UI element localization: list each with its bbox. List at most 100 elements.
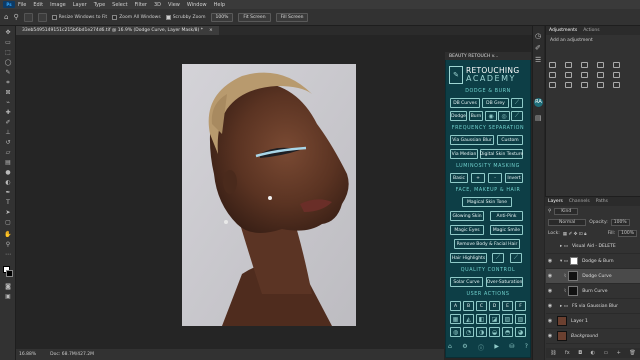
db-curves-button[interactable]: DB Curves — [450, 98, 480, 108]
user-action-e-button[interactable]: E — [502, 301, 513, 311]
home-footer-icon[interactable]: ⌂ — [448, 343, 452, 352]
tab-layers[interactable]: Layers — [548, 199, 563, 204]
tool-icon-11[interactable]: ◓ — [502, 327, 513, 337]
minus-button[interactable]: - — [488, 173, 502, 183]
tool-icon-1[interactable]: ▦ — [450, 314, 461, 324]
menu-image[interactable]: Image — [50, 2, 66, 8]
info-footer-icon[interactable]: ⓘ — [478, 343, 484, 352]
zoom-tool-icon[interactable]: ⚲ — [13, 13, 18, 21]
db-brush-icon[interactable]: ⟋ — [511, 98, 523, 108]
hair-pen-icon[interactable]: ⟋ — [510, 253, 522, 263]
new-layer-icon[interactable]: + — [617, 350, 621, 356]
eye-icon[interactable]: ◉ — [546, 318, 554, 324]
close-tab-icon[interactable]: × — [209, 28, 213, 33]
new-group-icon[interactable]: ▭ — [603, 350, 608, 356]
layer-group-dodge-burn[interactable]: ◉ ▾ ▭ Dodge & Burn — [546, 254, 640, 269]
eye-icon[interactable]: ◉ — [546, 273, 554, 279]
user-action-c-button[interactable]: C — [476, 301, 487, 311]
menu-type[interactable]: Type — [94, 2, 105, 8]
tool-icon-2[interactable]: ◭ — [463, 314, 474, 324]
artboard-tool-icon[interactable]: ▭ — [4, 40, 12, 46]
add-mask-icon[interactable]: ◘ — [578, 350, 582, 356]
brush-tool-icon[interactable]: ✐ — [4, 120, 12, 126]
scrubby-zoom-checkbox[interactable]: Scrubby Zoom — [165, 14, 206, 20]
ra-dock-icon[interactable]: RA — [534, 98, 543, 107]
eye-icon[interactable]: ◉ — [546, 288, 554, 294]
invert-button[interactable]: Invert — [505, 173, 523, 183]
frame-tool-icon[interactable]: ⊠ — [4, 90, 12, 96]
menu-view[interactable]: View — [168, 2, 180, 8]
layer-burn-curve[interactable]: ◉ ⌇ Burn Curve — [546, 284, 640, 299]
burn-button[interactable]: Burn — [469, 111, 483, 121]
invert-adjust-icon[interactable] — [549, 82, 556, 88]
menu-help[interactable]: Help — [214, 2, 225, 8]
tool-icon-10[interactable]: ◒ — [489, 327, 500, 337]
eyedropper-tool-icon[interactable]: ⌁ — [4, 100, 12, 106]
tab-actions[interactable]: Actions — [583, 28, 599, 33]
crop-tool-icon[interactable]: ⌗ — [4, 80, 12, 86]
path-select-tool-icon[interactable]: ➤ — [4, 210, 12, 216]
channel-mixer-adjust-icon[interactable] — [613, 72, 620, 78]
delete-layer-icon[interactable]: 🗑︎ — [629, 350, 635, 356]
tab-paths[interactable]: Paths — [596, 199, 608, 204]
eye-icon[interactable]: ◉ — [546, 303, 554, 309]
color-balance-adjust-icon[interactable] — [565, 72, 572, 78]
via-gaussian-blur-button[interactable]: Via Gaussian Blur — [450, 135, 494, 145]
tool-icon-5[interactable]: ▨ — [502, 314, 513, 324]
zoom-out-button[interactable] — [37, 12, 47, 22]
hair-highlights-button[interactable]: Hair Highlights — [450, 253, 487, 263]
history-dock-icon[interactable]: ◷ — [535, 32, 541, 40]
eye-icon[interactable]: ◉ — [546, 258, 554, 264]
marquee-tool-icon[interactable]: ⬚ — [4, 50, 12, 56]
over-saturation-button[interactable]: Over-Saturation — [486, 277, 523, 287]
layer-kind-select[interactable]: Kind — [554, 208, 579, 215]
user-action-a-button[interactable]: A — [450, 301, 461, 311]
link-layers-icon[interactable]: ⛓ — [550, 350, 556, 356]
zoom-in-button[interactable] — [23, 12, 33, 22]
glowing-skin-button[interactable]: Glowing Skin — [450, 211, 484, 221]
remove-body-facial-hair-button[interactable]: Remove Body & Facial Hair — [454, 239, 520, 249]
photo-filter-adjust-icon[interactable] — [597, 72, 604, 78]
db-pen-icon[interactable]: ⟋ — [511, 111, 523, 121]
tool-icon-4[interactable]: ◪ — [489, 314, 500, 324]
fill-value[interactable]: 100% — [618, 230, 637, 237]
document-tab[interactable]: 33eb5495149151c215b6bd1e274d6.tif @ 16.9… — [16, 26, 219, 35]
dodge-button[interactable]: Dodge — [450, 111, 467, 121]
digital-skin-texture-button[interactable]: Digital Skin Texture — [480, 149, 523, 159]
history-brush-tool-icon[interactable]: ↺ — [4, 140, 12, 146]
help-footer-icon[interactable]: ? — [525, 343, 528, 352]
hair-brush-icon[interactable]: ⟋ — [492, 253, 504, 263]
gradient-tool-icon[interactable]: ▤ — [4, 160, 12, 166]
layer-background[interactable]: ◉ Background — [546, 329, 640, 344]
levels-adjust-icon[interactable] — [565, 62, 572, 68]
selective-color-adjust-icon[interactable] — [613, 82, 620, 88]
clone-stamp-tool-icon[interactable]: ⊥ — [4, 130, 12, 136]
more-tools-icon[interactable]: ⋯ — [4, 252, 12, 258]
menu-file[interactable]: File — [18, 2, 26, 8]
home-icon[interactable]: ⌂ — [4, 13, 8, 21]
resize-windows-checkbox[interactable]: Resize Windows to Fit — [51, 14, 107, 20]
via-median-button[interactable]: Via Median — [450, 149, 478, 159]
rectangle-tool-icon[interactable]: ▢ — [4, 220, 12, 226]
menu-window[interactable]: Window — [187, 2, 207, 8]
move-tool-icon[interactable]: ✥ — [4, 30, 12, 36]
healing-brush-tool-icon[interactable]: ✚ — [4, 110, 12, 116]
brightness-adjust-icon[interactable] — [549, 62, 556, 68]
hand-tool-icon[interactable]: ✋ — [4, 232, 12, 238]
menu-layer[interactable]: Layer — [73, 2, 87, 8]
settings-footer-icon[interactable]: ⚙ — [462, 343, 467, 352]
magical-skin-tone-button[interactable]: Magical Skin Tone — [462, 197, 512, 207]
eraser-tool-icon[interactable]: ▱ — [4, 150, 12, 156]
layer-1[interactable]: ◉ Layer 1 — [546, 314, 640, 329]
db-grey-button[interactable]: DB Grey — [482, 98, 509, 108]
blur-tool-icon[interactable]: ● — [4, 170, 12, 176]
quick-select-tool-icon[interactable]: ✎ — [4, 70, 12, 76]
eye-view-alt-icon[interactable]: ◎ — [498, 111, 510, 121]
solar-curve-button[interactable]: Solar Curve — [450, 277, 483, 287]
magic-smile-button[interactable]: Magic Smile — [490, 225, 523, 235]
brush-dock-icon[interactable]: ✐ — [535, 44, 541, 52]
menu-3d[interactable]: 3D — [154, 2, 161, 8]
zoom-tool-small-icon[interactable]: ⚲ — [4, 242, 12, 248]
custom-button[interactable]: Custom — [497, 135, 523, 145]
tool-icon-7[interactable]: ◍ — [450, 327, 461, 337]
